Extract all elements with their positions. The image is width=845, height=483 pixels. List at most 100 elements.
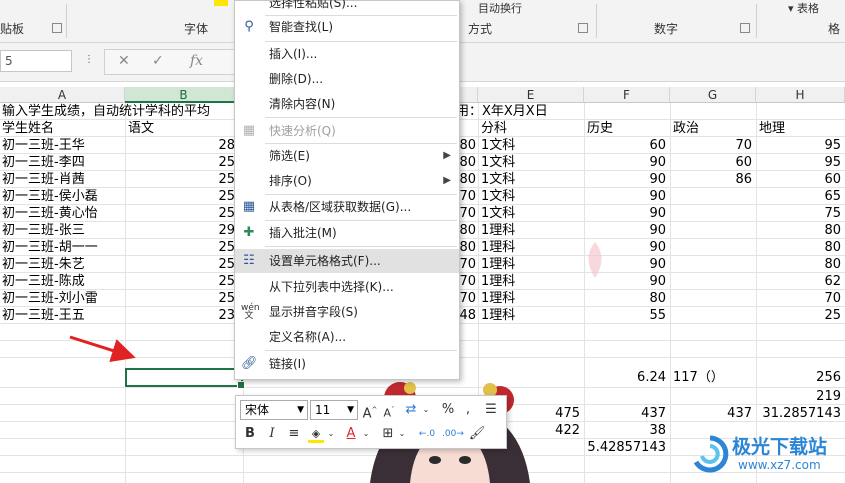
header-subject[interactable]: 分科 — [481, 120, 507, 137]
column-header-e[interactable]: E — [478, 87, 584, 103]
stat-cell[interactable]: 437 — [584, 405, 666, 422]
menu-item-pick-from-dropdown[interactable]: 从下拉列表中选择(K)... — [235, 275, 459, 299]
header-geography[interactable]: 地理 — [759, 120, 785, 137]
cell-politics[interactable] — [670, 205, 752, 222]
cell-name[interactable]: 初一三班-刘小雷 — [2, 290, 98, 307]
cell-chinese[interactable]: 25 — [125, 273, 235, 290]
cell-name[interactable]: 初一三班-侯小磊 — [2, 188, 98, 205]
cell-geography[interactable]: 95 — [756, 137, 841, 154]
stat-cell[interactable]: 5.42857143 — [584, 439, 666, 456]
cell-geography[interactable]: 80 — [756, 256, 841, 273]
cell-subject[interactable]: 1文科 — [481, 188, 515, 205]
stat-cell[interactable]: 117（） — [673, 369, 724, 386]
font-size-select[interactable]: 11 ▼ — [310, 400, 358, 420]
cell-history[interactable]: 90 — [584, 188, 666, 205]
stat-cell[interactable]: 437 — [670, 405, 752, 422]
wrap-text-button[interactable]: 目动换行 — [478, 0, 522, 16]
cell-geography[interactable]: 60 — [756, 171, 841, 188]
menu-item-get-data-from-table[interactable]: ▦ 从表格/区域获取数据(G)... — [235, 195, 459, 219]
cell-geography[interactable]: 65 — [756, 188, 841, 205]
align-center-icon[interactable]: ≡ — [286, 424, 302, 444]
cell-d[interactable]: 70 — [458, 290, 476, 307]
column-header-h[interactable]: H — [756, 87, 845, 103]
chevron-down-icon[interactable]: ⌄ — [362, 424, 370, 444]
header-name[interactable]: 学生姓名 — [2, 120, 54, 137]
chevron-down-icon[interactable]: ⌄ — [327, 424, 335, 444]
cell-name[interactable]: 初一三班-黄心怡 — [2, 205, 98, 222]
cell-politics[interactable] — [670, 290, 752, 307]
enter-icon[interactable]: ✓ — [152, 53, 164, 69]
cell-geography[interactable]: 70 — [756, 290, 841, 307]
font-name-select[interactable]: 宋体 ▼ — [240, 400, 308, 420]
cell-chinese[interactable]: 23 — [125, 307, 235, 324]
cell-d[interactable]: 80 — [458, 137, 476, 154]
stat-cell[interactable]: 256 — [756, 369, 841, 386]
menu-item-sort[interactable]: 排序(O) ▶ — [235, 169, 459, 193]
menu-item-insert-comment[interactable]: ✚ 插入批注(M) — [235, 221, 459, 245]
cancel-icon[interactable]: ✕ — [118, 53, 130, 69]
format-table-icon[interactable]: ☰ — [482, 400, 500, 420]
cell-subject[interactable]: 1文科 — [481, 154, 515, 171]
stat-cell[interactable]: 31.2857143 — [756, 405, 841, 422]
menu-item-paste-special[interactable]: 选择性粘贴(S)... — [235, 0, 459, 15]
cell-politics[interactable] — [670, 273, 752, 290]
date-cell[interactable]: 用：X年X月X日 — [456, 103, 548, 120]
menu-item-format-cells[interactable]: ☷ 设置单元格格式(F)... — [235, 249, 459, 273]
header-chinese[interactable]: 语文 — [128, 120, 154, 137]
cell-politics[interactable] — [670, 222, 752, 239]
cell-name[interactable]: 初一三班-张三 — [2, 222, 85, 239]
cell-d[interactable]: 80 — [458, 171, 476, 188]
menu-item-insert[interactable]: 插入(I)... — [235, 42, 459, 66]
cell-politics[interactable] — [670, 256, 752, 273]
header-politics[interactable]: 政治 — [673, 120, 699, 137]
cell-politics[interactable]: 60 — [670, 154, 752, 171]
cell-name[interactable]: 初一三班-胡一一 — [2, 239, 98, 256]
decrease-font-icon[interactable]: Aˇ — [381, 400, 397, 420]
number-format-icon[interactable]: ⇄ — [402, 400, 420, 420]
cell-name[interactable]: 初一三班-肖茜 — [2, 171, 85, 188]
borders-icon[interactable]: ⊞ — [380, 424, 396, 444]
cell-chinese[interactable]: 29 — [125, 222, 235, 239]
chevron-down-icon[interactable]: ⌄ — [398, 424, 406, 444]
column-header-b[interactable]: B — [125, 87, 243, 103]
column-header-a[interactable]: A — [0, 87, 125, 103]
cell-subject[interactable]: 1理科 — [481, 307, 515, 324]
cell-d[interactable]: 48 — [458, 307, 476, 324]
cell-chinese[interactable]: 25 — [125, 256, 235, 273]
cell-geography[interactable]: 75 — [756, 205, 841, 222]
number-launcher-icon[interactable] — [740, 23, 750, 33]
menu-item-link[interactable]: 🔗︎ 链接(I) — [235, 352, 459, 376]
cell-subject[interactable]: 1文科 — [481, 137, 515, 154]
format-painter-icon[interactable]: 🖌︎ — [468, 424, 486, 444]
menu-item-delete[interactable]: 删除(D)... — [235, 67, 459, 91]
cell-name[interactable]: 初一三班-陈成 — [2, 273, 85, 290]
cell-subject[interactable]: 1文科 — [481, 205, 515, 222]
cell-history[interactable]: 80 — [584, 290, 666, 307]
cell-d[interactable]: 70 — [458, 205, 476, 222]
cell-history[interactable]: 90 — [584, 205, 666, 222]
cell-geography[interactable]: 62 — [756, 273, 841, 290]
menu-item-show-phonetic[interactable]: wén 文 显示拼音字段(S) — [235, 300, 459, 324]
column-header-g[interactable]: G — [670, 87, 756, 103]
cell-politics[interactable] — [670, 188, 752, 205]
decrease-decimal-icon[interactable]: .00→ — [442, 424, 464, 444]
cell-history[interactable]: 55 — [584, 307, 666, 324]
menu-item-filter[interactable]: 筛选(E) ▶ — [235, 144, 459, 168]
chevron-down-icon[interactable]: ⌄ — [421, 400, 431, 420]
stat-cell[interactable]: 219 — [756, 388, 841, 405]
cell-chinese[interactable]: 28 — [125, 137, 235, 154]
cell-subject[interactable]: 1理科 — [481, 290, 515, 307]
increase-decimal-icon[interactable]: ←.0 — [416, 424, 438, 444]
alignment-launcher-icon[interactable] — [578, 23, 588, 33]
title-cell[interactable]: 输入学生成绩，自动统计学科的平均 — [2, 103, 210, 120]
cell-geography[interactable]: 80 — [756, 222, 841, 239]
cell-name[interactable]: 初一三班-李四 — [2, 154, 85, 171]
cell-subject[interactable]: 1理科 — [481, 222, 515, 239]
cell-name[interactable]: 初一三班-朱艺 — [2, 256, 85, 273]
stat-cell[interactable]: 6.24 — [584, 369, 666, 386]
cell-geography[interactable]: 25 — [756, 307, 841, 324]
comma-style-button[interactable]: , — [462, 400, 474, 420]
cell-history[interactable]: 90 — [584, 154, 666, 171]
clipboard-launcher-icon[interactable] — [52, 23, 62, 33]
cell-geography[interactable]: 80 — [756, 239, 841, 256]
